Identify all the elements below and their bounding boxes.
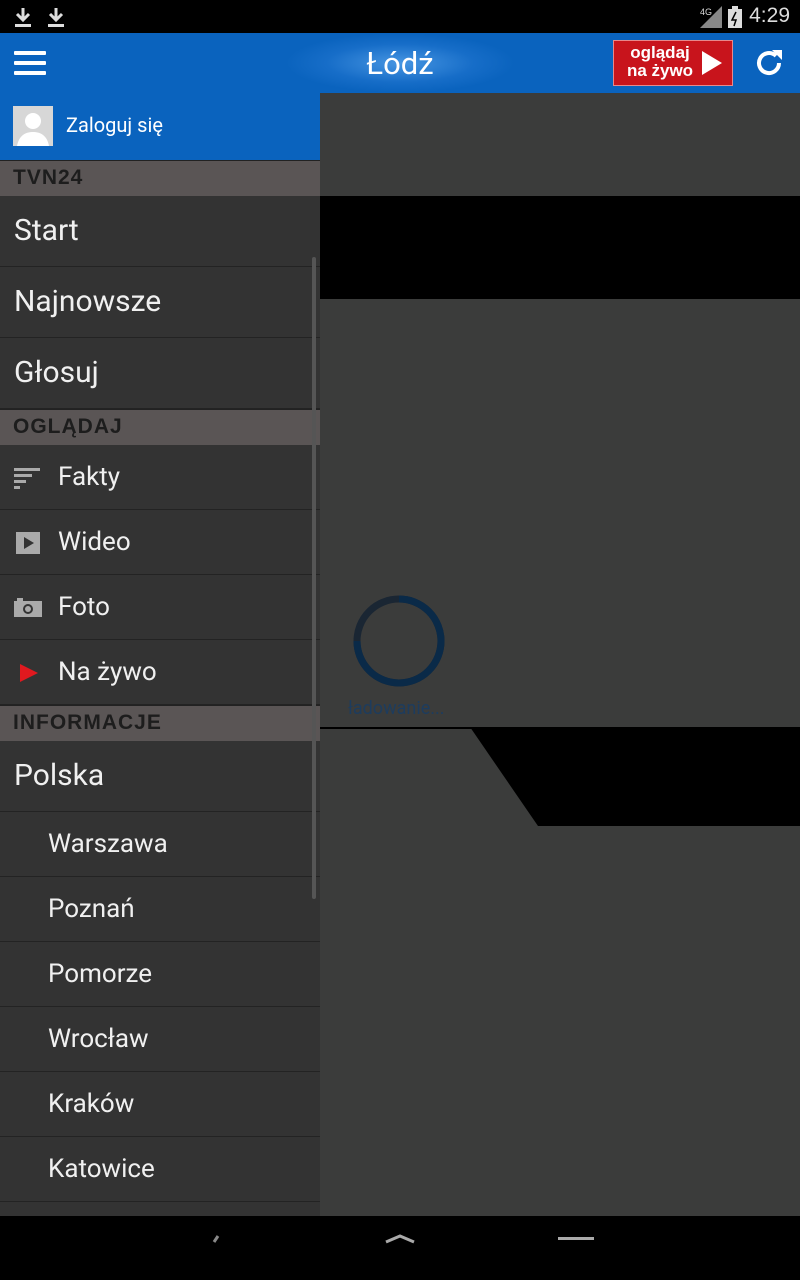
section-header-tvn24: TVN24 (0, 160, 320, 196)
battery-icon (728, 6, 742, 28)
menu-item-wideo[interactable]: Wideo (0, 510, 320, 575)
menu-item-label: Katowice (48, 1154, 155, 1184)
login-item[interactable]: Zaloguj się (0, 93, 320, 160)
section-label: OGLĄDAJ (13, 415, 123, 438)
navigation-drawer: Zaloguj się TVN24 Start Najnowsze Głosuj… (0, 93, 320, 1216)
menu-item-glosuj[interactable]: Głosuj (0, 338, 320, 409)
download-icon (48, 8, 64, 27)
section-header-informacje: INFORMACJE (0, 705, 320, 741)
home-icon[interactable] (384, 1234, 416, 1244)
page-title: Łódź (366, 45, 434, 82)
menu-item-label: Wrocław (48, 1024, 149, 1054)
menu-item-katowice[interactable]: Katowice (0, 1137, 320, 1202)
menu-item-na-zywo[interactable]: Na żywo (0, 640, 320, 705)
camera-icon (14, 598, 42, 617)
menu-item-wroclaw[interactable]: Wrocław (0, 1007, 320, 1072)
watch-live-label: oglądaj na żywo (626, 43, 694, 80)
list-lines-icon (14, 468, 40, 489)
live-play-icon (20, 664, 38, 682)
avatar-icon (13, 106, 53, 146)
video-play-icon (16, 532, 40, 554)
menu-item-label: Pomorze (48, 959, 152, 989)
signal-icon: 4G (700, 6, 722, 28)
clock: 4:29 (749, 4, 790, 27)
menu-item-label: Polska (14, 758, 105, 793)
menu-item-poznan[interactable]: Poznań (0, 877, 320, 942)
menu-icon[interactable] (14, 51, 46, 77)
login-label: Zaloguj się (66, 113, 163, 137)
menu-item-najnowsze[interactable]: Najnowsze (0, 267, 320, 338)
menu-item-label: Poznań (48, 894, 135, 924)
section-header-ogladaj: OGLĄDAJ (0, 409, 320, 445)
menu-item-label: Wideo (58, 527, 131, 557)
section-label: TVN24 (13, 166, 84, 189)
menu-item-label: Warszawa (48, 829, 168, 859)
menu-item-label: Foto (58, 592, 111, 622)
menu-item-warszawa[interactable]: Warszawa (0, 812, 320, 877)
content-glitch-band (470, 727, 800, 826)
play-icon (702, 51, 722, 75)
menu-item-start[interactable]: Start (0, 196, 320, 267)
menu-item-label: Start (14, 213, 79, 248)
menu-item-label: Na żywo (58, 657, 157, 687)
recent-apps-icon[interactable] (558, 1236, 594, 1242)
loading-text: ładowanie... (348, 698, 445, 719)
menu-item-polska[interactable]: Polska (0, 741, 320, 812)
loading-spinner-icon (353, 595, 445, 687)
menu-item-label: Najnowsze (14, 284, 162, 319)
menu-item-label: Głosuj (14, 355, 99, 390)
status-bar: 4G 4:29 (0, 0, 800, 33)
menu-item-fakty[interactable]: Fakty (0, 445, 320, 510)
section-label: INFORMACJE (13, 711, 162, 734)
menu-item-pomorze[interactable]: Pomorze (0, 942, 320, 1007)
download-icon (15, 8, 31, 27)
system-nav-bar (0, 1216, 800, 1280)
refresh-icon[interactable] (752, 46, 786, 80)
menu-item-label: Kraków (48, 1089, 135, 1119)
menu-item-label: Fakty (58, 462, 121, 492)
svg-text:4G: 4G (700, 7, 712, 17)
app-bar: Łódź oglądaj na żywo (0, 33, 800, 93)
watch-live-button[interactable]: oglądaj na żywo (613, 40, 733, 86)
menu-item-foto[interactable]: Foto (0, 575, 320, 640)
drawer-scrollbar[interactable] (312, 257, 316, 899)
menu-item-krakow[interactable]: Kraków (0, 1072, 320, 1137)
back-icon[interactable] (200, 1234, 230, 1244)
